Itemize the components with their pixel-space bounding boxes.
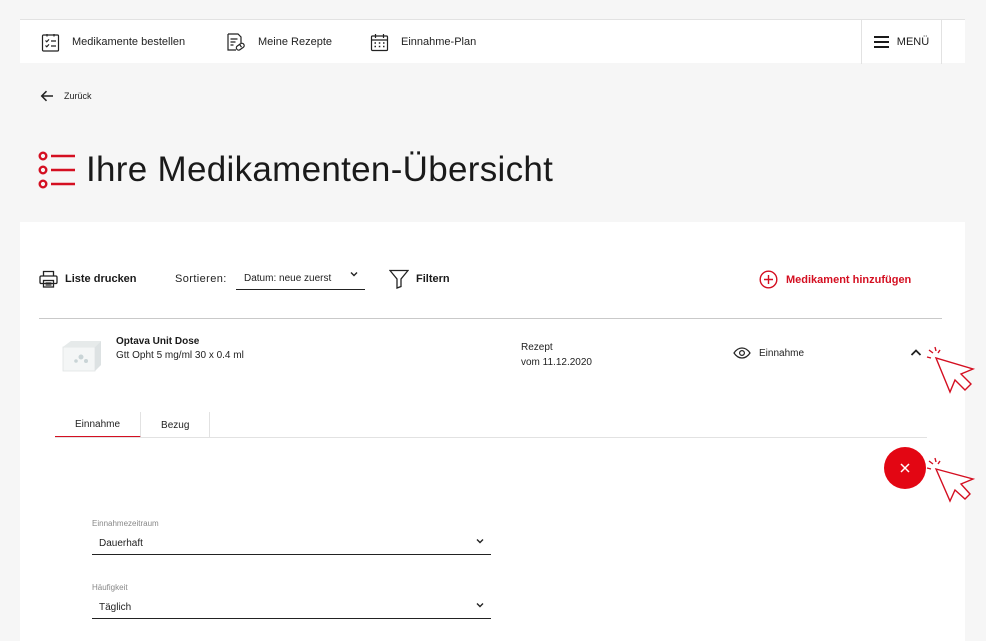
eye-icon [733,347,751,359]
medication-name: Optava Unit Dose [116,336,200,347]
click-pointer-icon [926,457,976,503]
arrow-left-icon [40,90,53,102]
frequency-value: Täglich [99,602,132,613]
frequency-label: Häufigkeit [92,583,128,592]
nav-order-medications[interactable]: Medikamente bestellen [41,20,185,64]
nav-my-prescriptions[interactable]: Meine Rezepte [226,20,332,64]
click-pointer-icon [926,346,976,394]
menu-label: MENÜ [896,36,930,48]
frequency-select[interactable]: Täglich [92,597,491,619]
print-label: Liste drucken [65,273,137,285]
chevron-up-icon[interactable] [910,348,922,357]
filter-label: Filtern [416,273,450,285]
calendar-icon [370,33,389,51]
tab-label: Einnahme [75,418,121,430]
page-title-area: Ihre Medikamenten-Übersicht [38,150,553,190]
tab-supply[interactable]: Bezug [141,412,211,438]
add-medication-button[interactable]: Medikament hinzufügen [759,270,911,289]
menu-button[interactable]: MENÜ [861,20,942,64]
period-value: Dauerhaft [99,538,143,549]
package-image [62,341,101,372]
print-list-button[interactable]: Liste drucken [39,270,137,288]
medication-detail: Gtt Opht 5 mg/ml 30 x 0.4 ml [116,350,244,361]
medication-list-card: Liste drucken Sortieren: Datum: neue zue… [20,222,965,641]
tab-label: Bezug [161,419,190,431]
intake-label: Einnahme [759,347,805,359]
close-icon [900,463,910,473]
chevron-down-icon [476,539,484,544]
list-toolbar: Liste drucken Sortieren: Datum: neue zue… [20,222,965,318]
add-medication-label: Medikament hinzufügen [786,273,912,286]
printer-icon [39,270,58,288]
sort-value: Datum: neue zuerst [244,273,332,284]
close-button[interactable] [884,447,926,489]
tab-intake[interactable]: Einnahme [55,412,142,438]
nav-label: Medikamente bestellen [72,36,186,48]
plus-circle-icon [759,270,778,289]
nav-label: Meine Rezepte [258,36,332,48]
medication-row[interactable]: Optava Unit Dose Gtt Opht 5 mg/ml 30 x 0… [39,319,942,391]
intake-link[interactable]: Einnahme [733,347,804,359]
tabs-baseline [55,437,927,438]
hamburger-icon [873,36,889,48]
back-label: Zurück [64,91,92,101]
list-icon [38,151,75,189]
top-navigation: Medikamente bestellen Meine Rezepte Einn… [20,19,965,64]
detail-tabs: Einnahme Bezug [55,412,211,438]
period-label: Einnahmezeitraum [92,519,159,528]
filter-button[interactable]: Filtern [389,269,450,289]
prescription-label: Rezept [521,342,553,353]
chevron-down-icon [350,272,358,277]
funnel-icon [389,269,409,289]
back-link[interactable]: Zurück [40,90,92,102]
nav-intake-plan[interactable]: Einnahme-Plan [370,20,476,64]
period-select[interactable]: Dauerhaft [92,533,491,555]
page-title: Ihre Medikamenten-Übersicht [86,150,554,189]
nav-label: Einnahme-Plan [401,36,477,48]
sort-select[interactable]: Datum: neue zuerst [236,268,365,290]
prescription-date: vom 11.12.2020 [521,357,592,368]
checklist-icon [41,33,60,52]
chevron-down-icon [476,603,484,608]
prescription-icon [227,32,245,51]
sort-label: Sortieren: [175,273,227,285]
